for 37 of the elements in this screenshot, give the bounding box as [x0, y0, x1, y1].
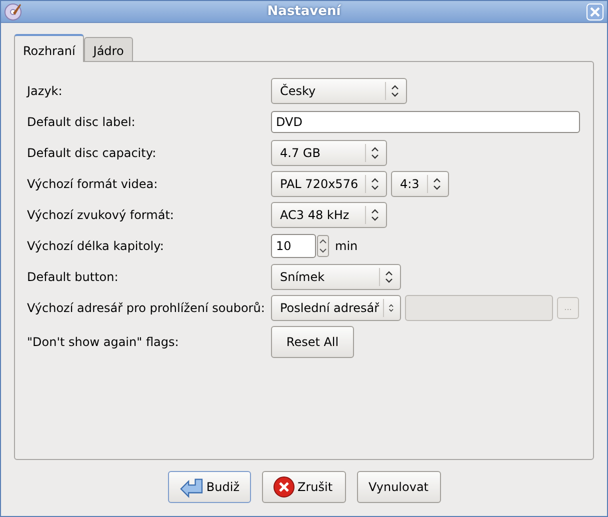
dropdown[interactable]: PAL 720x576	[271, 171, 387, 197]
dialog-button[interactable]: Zrušit	[262, 471, 346, 503]
tab[interactable]: Jádro	[84, 37, 133, 61]
dropdown[interactable]: AC3 48 kHz	[271, 202, 387, 228]
cancel-icon	[272, 476, 294, 498]
field-label: Default disc label:	[27, 114, 136, 131]
field-label: "Don't show again" flags:	[27, 334, 180, 351]
field-label: Výchozí adresář pro prohlížení souborů:	[27, 300, 266, 317]
updown-icon	[390, 84, 400, 98]
dropdown[interactable]: Poslední adresář	[271, 295, 401, 321]
dropdown[interactable]: Česky	[271, 78, 407, 104]
updown-icon	[432, 177, 442, 191]
field-label: Výchozí formát videa:	[27, 176, 159, 193]
text-field[interactable]: DVD	[271, 111, 580, 133]
close-icon[interactable]	[586, 2, 604, 20]
app-icon	[4, 2, 22, 20]
field-label: Výchozí zvukový formát:	[27, 207, 175, 224]
dialog-button[interactable]: Vynulovat	[356, 471, 440, 503]
spin-field[interactable]: 10	[271, 234, 316, 258]
tab[interactable]: Rozhraní	[14, 34, 84, 62]
dropdown[interactable]: Snímek	[271, 264, 401, 290]
field-label: Jazyk:	[27, 83, 64, 100]
field-label: Výchozí délka kapitoly:	[27, 238, 165, 255]
updown-icon	[384, 270, 394, 284]
updown-icon	[370, 146, 380, 160]
spin-arrows-icon[interactable]	[317, 235, 329, 257]
dialog-button[interactable]: Budiž	[168, 471, 250, 503]
unit-label: min	[335, 238, 358, 255]
updown-icon	[370, 208, 380, 222]
reset-button[interactable]: Reset All	[271, 326, 354, 358]
dropdown[interactable]: 4:3	[391, 171, 449, 197]
field-label: Default disc capacity:	[27, 145, 158, 162]
updown-icon	[370, 177, 380, 191]
field-label: Default button:	[27, 269, 120, 286]
back-arrow-icon	[178, 476, 204, 498]
dropdown[interactable]: 4.7 GB	[271, 140, 387, 166]
window-title: Nastavení	[266, 2, 342, 21]
